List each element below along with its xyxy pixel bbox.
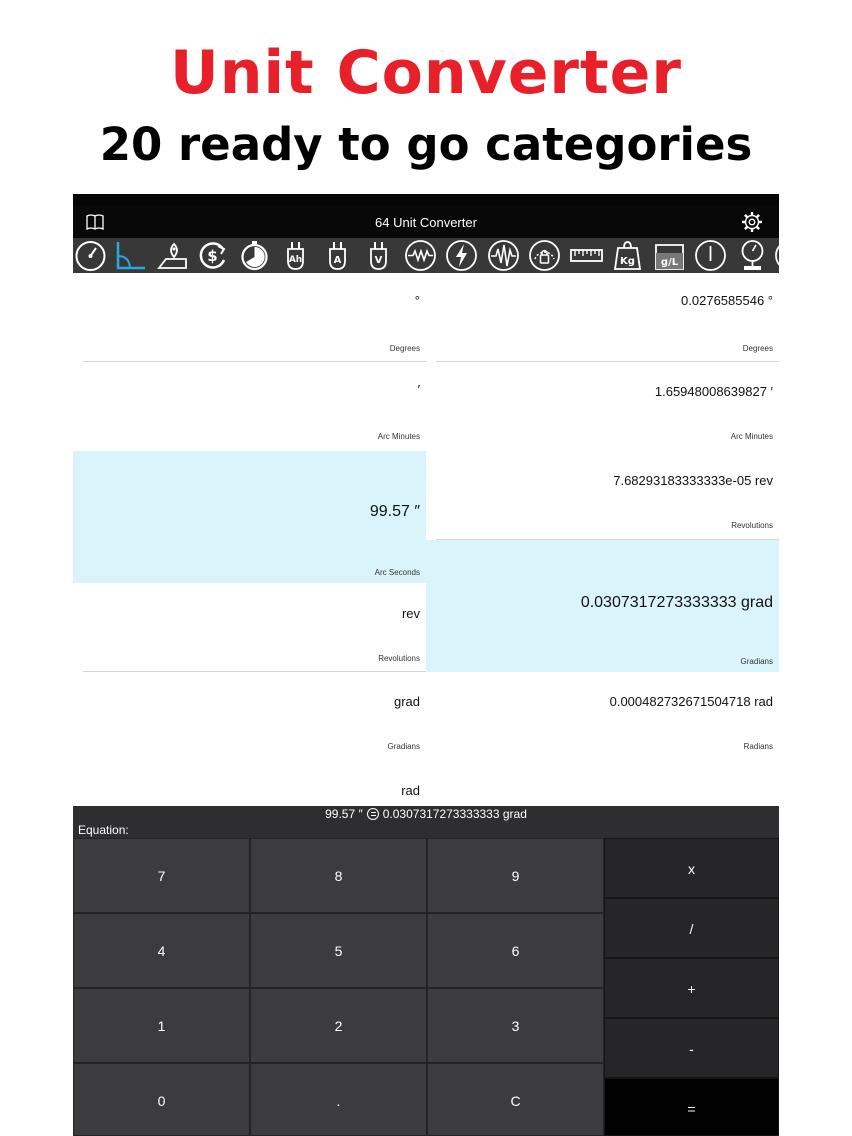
unit-label: Radians [743, 742, 773, 751]
unit-value: 1.65948008639827 ′ [654, 384, 773, 399]
promo-title: Unit Converter [170, 38, 682, 108]
unit-label: Gradians [387, 742, 420, 751]
more-icon[interactable] [774, 239, 779, 272]
category-bar: $ Ah A V Kg g/L [73, 238, 779, 273]
key-4[interactable]: 4 [73, 913, 250, 988]
currency-icon[interactable]: $ [196, 239, 229, 272]
unit-value: 0.000482732671504718 rad [609, 694, 773, 709]
svg-text:$: $ [207, 247, 217, 265]
key-6[interactable]: 6 [427, 913, 604, 988]
conversion-result: 99.57 ″ 0.0307317273333333 grad [73, 807, 779, 821]
key-subtract[interactable]: - [604, 1018, 779, 1078]
unit-value: rad [401, 783, 420, 798]
unit-label: Degrees [742, 344, 773, 353]
equation-bar: 99.57 ″ 0.0307317273333333 grad Equation: [73, 806, 779, 838]
key-0[interactable]: 0 [73, 1063, 250, 1136]
unit-label: Degrees [389, 344, 420, 353]
list-item-selected[interactable]: 0.0307317273333333 grad Gradians [426, 540, 779, 672]
distance-icon[interactable] [156, 239, 189, 272]
svg-text:Kg: Kg [620, 256, 635, 267]
list-item[interactable]: 1.65948008639827 ′ Arc Minutes [426, 362, 779, 451]
list-item[interactable]: 7.68293183333333e-05 rev Revolutions [426, 451, 779, 540]
list-item[interactable]: 0.0276585546 ° Degrees [426, 273, 779, 362]
unit-label: Arc Minutes [730, 432, 773, 441]
app-title: 64 Unit Converter [375, 215, 477, 230]
output-units-list: 0.0276585546 ° Degrees 1.65948008639827 … [426, 273, 779, 806]
unit-value: 0.0307317273333333 grad [580, 594, 773, 611]
keypad: 7 8 9 4 5 6 1 2 3 0 . C x / + - = [73, 838, 779, 1136]
on-off-icon[interactable] [694, 239, 727, 272]
length-icon[interactable] [570, 239, 603, 272]
svg-text:A: A [334, 255, 342, 266]
key-1[interactable]: 1 [73, 988, 250, 1063]
weight-icon[interactable]: Kg [611, 239, 644, 272]
list-item[interactable]: rad [73, 761, 426, 806]
pressure-icon[interactable] [528, 239, 561, 272]
key-multiply[interactable]: x [604, 838, 779, 898]
app-screen: 64 Unit Converter $ Ah A V Kg g/L ° Degr… [73, 194, 779, 1136]
gauge-icon[interactable] [736, 239, 769, 272]
power-icon[interactable] [445, 239, 478, 272]
key-8[interactable]: 8 [250, 838, 427, 913]
unit-value: ′ [417, 382, 420, 397]
equation-label: Equation: [78, 823, 129, 837]
svg-text:g/L: g/L [661, 257, 679, 268]
amp-hour-icon[interactable]: Ah [279, 239, 312, 272]
ampere-icon[interactable]: A [321, 239, 354, 272]
unit-value: 0.0276585546 ° [681, 293, 773, 308]
key-add[interactable]: + [604, 958, 779, 1018]
input-units-list: ° Degrees ′ Arc Minutes 99.57 ″ Arc Seco… [73, 273, 426, 806]
gear-icon[interactable] [741, 211, 763, 233]
unit-value: grad [393, 694, 420, 709]
volt-icon[interactable]: V [362, 239, 395, 272]
unit-label: Gradians [740, 657, 773, 666]
nav-bar: 64 Unit Converter [73, 206, 779, 238]
key-3[interactable]: 3 [427, 988, 604, 1063]
resistance-icon[interactable] [404, 239, 437, 272]
unit-value: 7.68293183333333e-05 rev [613, 473, 773, 488]
unit-label: Arc Minutes [377, 432, 420, 441]
equation-left-value: 99.57 ″ [325, 807, 363, 821]
key-divide[interactable]: / [604, 898, 779, 958]
svg-text:Ah: Ah [289, 255, 302, 265]
key-7[interactable]: 7 [73, 838, 250, 913]
unit-value: rev [401, 606, 420, 621]
unit-value: ° [414, 293, 420, 308]
equation-right-value: 0.0307317273333333 grad [382, 807, 527, 821]
list-item[interactable]: ′ Arc Minutes [73, 362, 426, 451]
key-clear[interactable]: C [427, 1063, 604, 1136]
unit-label: Revolutions [378, 654, 420, 663]
status-bar [73, 194, 779, 206]
speed-icon[interactable] [74, 239, 107, 272]
angle-icon[interactable] [114, 239, 147, 272]
key-2[interactable]: 2 [250, 988, 427, 1063]
unit-value: 99.57 ″ [369, 503, 420, 520]
list-item-selected[interactable]: 99.57 ″ Arc Seconds [73, 451, 426, 583]
time-icon[interactable] [238, 239, 271, 272]
key-equals[interactable]: = [604, 1078, 779, 1136]
list-item[interactable]: ° Degrees [73, 273, 426, 362]
svg-text:V: V [375, 255, 383, 266]
list-item[interactable]: 0.000482732671504718 rad Radians [426, 672, 779, 761]
list-item[interactable]: grad Gradians [73, 672, 426, 761]
frequency-icon[interactable] [487, 239, 520, 272]
key-5[interactable]: 5 [250, 913, 427, 988]
concentration-icon[interactable]: g/L [653, 239, 686, 272]
equals-icon [366, 808, 379, 820]
unit-label: Arc Seconds [374, 568, 420, 577]
key-9[interactable]: 9 [427, 838, 604, 913]
unit-label: Revolutions [731, 521, 773, 530]
key-decimal[interactable]: . [250, 1063, 427, 1136]
promo-subtitle: 20 ready to go categories [99, 118, 753, 171]
list-item[interactable]: rev Revolutions [73, 583, 426, 672]
